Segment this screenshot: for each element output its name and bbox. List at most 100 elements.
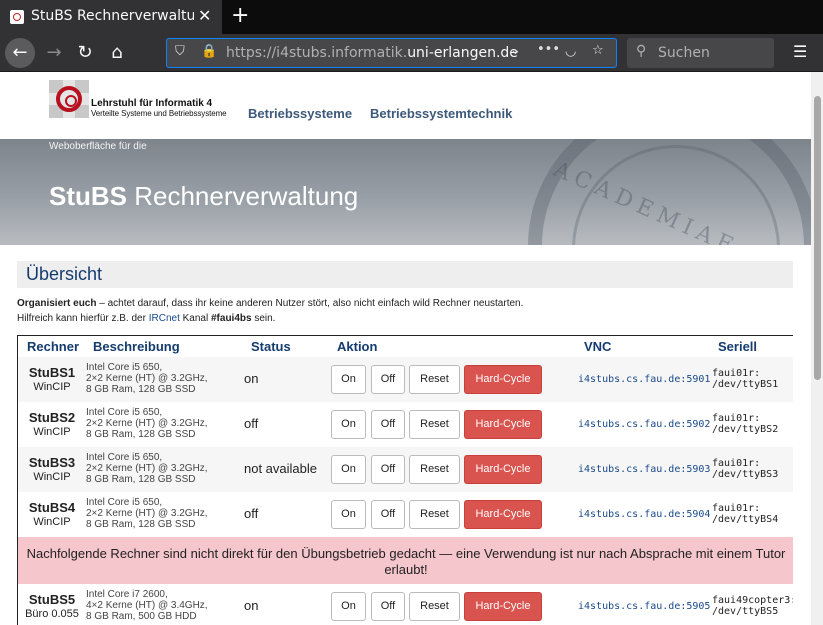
- search-placeholder: Suchen: [658, 45, 710, 61]
- machine-table: Rechner Beschreibung Status Aktion VNC S…: [17, 335, 793, 625]
- table-row: StuBS2 WinCIP Intel Core i5 650, 2×2 Kern…: [18, 402, 793, 447]
- search-bar[interactable]: ⚲ Suchen: [627, 38, 774, 68]
- vnc-link[interactable]: i4stubs.cs.fau.de:5901: [578, 374, 710, 385]
- bookmark-star-icon[interactable]: ☆: [592, 43, 604, 58]
- chair-logo[interactable]: [49, 80, 89, 118]
- pocket-icon[interactable]: ◡: [565, 44, 576, 59]
- hamburger-menu-icon[interactable]: ☰: [793, 42, 807, 61]
- serial-port: faui01r: /dev/ttyBS3: [712, 458, 779, 480]
- table-row: StuBS5 Büro 0.055 Intel Core i7 2600, 4×2…: [18, 584, 793, 625]
- favicon-icon: [10, 10, 24, 24]
- machine-status: on: [244, 371, 259, 386]
- browser-tab[interactable]: StuBS Rechnerverwaltung ✕: [0, 0, 222, 34]
- machine-status: on: [244, 598, 259, 613]
- reset-button[interactable]: Reset: [409, 500, 460, 529]
- machine-status: off: [244, 416, 259, 431]
- hard-cycle-button[interactable]: Hard-Cycle: [464, 365, 542, 394]
- serial-port: faui01r: /dev/ttyBS1: [712, 368, 779, 390]
- restriction-notice: Nachfolgende Rechner sind nicht direkt f…: [18, 537, 793, 584]
- col-header-seriell: Seriell: [718, 339, 758, 354]
- page-scrollbar[interactable]: [811, 72, 823, 625]
- off-button[interactable]: Off: [371, 500, 405, 529]
- on-button[interactable]: On: [331, 455, 366, 484]
- machine-name: StuBS4: [28, 500, 76, 515]
- page-title: StuBS Rechnerverwaltung: [49, 181, 359, 211]
- machine-description: Intel Core i7 2600, 4×2 Kerne (HT) @ 3.4G…: [86, 589, 208, 622]
- machine-description: Intel Core i5 650, 2×2 Kerne (HT) @ 3.2GH…: [86, 407, 208, 440]
- chevron-down-icon[interactable]: ⌄: [510, 43, 521, 58]
- nav-link-betriebssysteme[interactable]: Betriebssysteme: [248, 106, 352, 121]
- table-row: StuBS1 WinCIP Intel Core i5 650, 2×2 Kern…: [18, 357, 793, 402]
- machine-status: off: [244, 506, 259, 521]
- vnc-link[interactable]: i4stubs.cs.fau.de:5902: [578, 419, 710, 430]
- search-icon: ⚲: [636, 43, 647, 59]
- machine-room: WinCIP: [33, 426, 71, 438]
- hard-cycle-button[interactable]: Hard-Cycle: [464, 500, 542, 529]
- hard-cycle-button[interactable]: Hard-Cycle: [464, 455, 542, 484]
- lock-icon[interactable]: 🔒: [201, 44, 217, 59]
- on-button[interactable]: On: [331, 592, 366, 621]
- reset-button[interactable]: Reset: [409, 455, 460, 484]
- tab-title: StuBS Rechnerverwaltung: [31, 8, 194, 24]
- col-header-vnc: VNC: [584, 339, 612, 354]
- site-header: Lehrstuhl für Informatik 4 Verteilte Sys…: [0, 72, 811, 139]
- reset-button[interactable]: Reset: [409, 592, 460, 621]
- scrollbar-thumb[interactable]: [814, 96, 821, 380]
- vnc-link[interactable]: i4stubs.cs.fau.de:5904: [578, 509, 710, 520]
- reset-button[interactable]: Reset: [409, 365, 460, 394]
- vnc-link[interactable]: i4stubs.cs.fau.de:5903: [578, 464, 710, 475]
- on-button[interactable]: On: [331, 410, 366, 439]
- section-heading: Übersicht: [17, 261, 793, 288]
- url-bar[interactable]: ⛉ 🔒 https://i4stubs.informatik.uni-erlan…: [166, 38, 617, 68]
- machine-description: Intel Core i5 650, 2×2 Kerne (HT) @ 3.2GH…: [86, 452, 208, 485]
- hard-cycle-button[interactable]: Hard-Cycle: [464, 410, 542, 439]
- shield-icon[interactable]: ⛉: [175, 44, 185, 59]
- col-header-beschreibung: Beschreibung: [93, 339, 180, 354]
- new-tab-icon[interactable]: +: [231, 3, 249, 28]
- off-button[interactable]: Off: [371, 455, 405, 484]
- hero-banner: ACADEMIAE FRIDERICO Weboberfläche für di…: [0, 139, 811, 245]
- col-header-status: Status: [251, 339, 291, 354]
- vnc-link[interactable]: i4stubs.cs.fau.de:5905: [578, 601, 710, 612]
- machine-name: StuBS1: [28, 365, 76, 380]
- home-icon[interactable]: ⌂: [103, 39, 131, 67]
- hard-cycle-button[interactable]: Hard-Cycle: [464, 592, 542, 621]
- machine-room: WinCIP: [33, 516, 71, 528]
- machine-room: Büro 0.055: [25, 608, 79, 620]
- table-row: StuBS4 WinCIP Intel Core i5 650, 2×2 Kern…: [18, 492, 793, 537]
- more-actions-icon[interactable]: •••: [537, 42, 560, 57]
- machine-room: WinCIP: [33, 381, 71, 393]
- machine-name: StuBS3: [28, 455, 76, 470]
- machine-status: not available: [244, 461, 317, 476]
- reset-button[interactable]: Reset: [409, 410, 460, 439]
- col-header-aktion: Aktion: [337, 339, 378, 354]
- serial-port: faui49copter3: /dev/ttyBS5: [712, 595, 793, 617]
- reload-icon[interactable]: ↻: [71, 39, 99, 67]
- off-button[interactable]: Off: [371, 410, 405, 439]
- back-arrow-icon[interactable]: ←: [5, 38, 35, 68]
- chair-name: Lehrstuhl für Informatik 4: [91, 98, 213, 109]
- nav-bar: ← → ↻ ⌂ ⛉ 🔒 https://i4stubs.informatik.u…: [0, 34, 823, 72]
- url-text[interactable]: https://i4stubs.informatik.uni-erlangen.…: [226, 45, 518, 61]
- serial-port: faui01r: /dev/ttyBS2: [712, 413, 779, 435]
- close-tab-icon[interactable]: ✕: [198, 6, 211, 25]
- page-content: Lehrstuhl für Informatik 4 Verteilte Sys…: [0, 72, 811, 625]
- col-header-rechner: Rechner: [27, 339, 80, 354]
- machine-description: Intel Core i5 650, 2×2 Kerne (HT) @ 3.2GH…: [86, 362, 208, 395]
- machine-description: Intel Core i5 650, 2×2 Kerne (HT) @ 3.2GH…: [86, 497, 208, 530]
- tab-bar: StuBS Rechnerverwaltung ✕ +: [0, 0, 823, 34]
- on-button[interactable]: On: [331, 500, 366, 529]
- ircnet-link[interactable]: IRCnet: [149, 313, 180, 324]
- machine-name: StuBS5: [28, 592, 76, 607]
- serial-port: faui01r: /dev/ttyBS4: [712, 503, 779, 525]
- machine-name: StuBS2: [28, 410, 76, 425]
- banner-pretitle: Weboberfläche für die: [49, 141, 147, 152]
- forward-arrow-icon[interactable]: →: [40, 39, 68, 67]
- off-button[interactable]: Off: [371, 365, 405, 394]
- machine-room: WinCIP: [33, 471, 71, 483]
- nav-link-betriebssystemtechnik[interactable]: Betriebssystemtechnik: [370, 106, 512, 121]
- off-button[interactable]: Off: [371, 592, 405, 621]
- chair-subtitle: Verteilte Systeme und Betriebssysteme: [91, 109, 227, 118]
- on-button[interactable]: On: [331, 365, 366, 394]
- intro-text: Organisiert euch – achtet darauf, dass i…: [17, 298, 524, 324]
